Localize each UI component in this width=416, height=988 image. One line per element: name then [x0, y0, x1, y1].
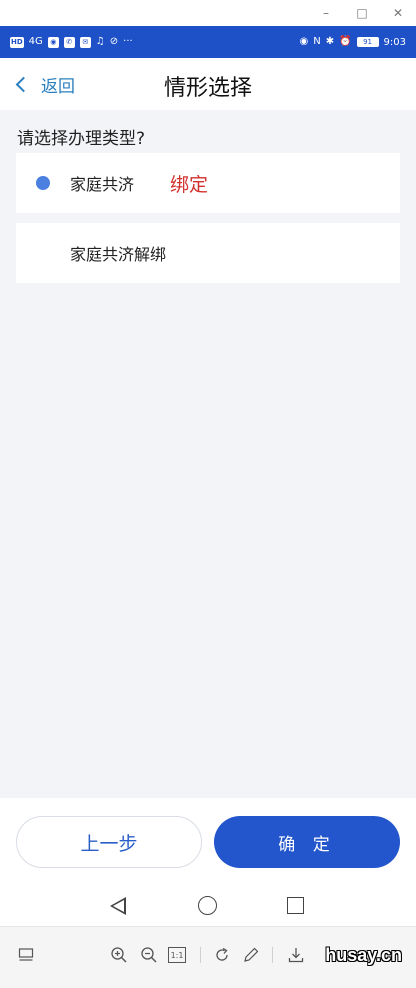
qq-icon: ♫ — [95, 36, 105, 47]
status-bar-right: ◉ N ✱ ⏰ 91 9:03 — [299, 37, 406, 48]
option-label: 家庭共济 — [70, 175, 135, 194]
app-header: 返回 情形选择 — [0, 58, 416, 110]
eye-icon: ◉ — [299, 36, 309, 47]
actual-size-icon[interactable]: 1:1 — [168, 947, 186, 963]
watermark: husay.cn — [325, 945, 402, 965]
toolbar-divider — [200, 947, 201, 963]
close-button[interactable]: ✕ — [380, 0, 416, 26]
status-time: 9:03 — [383, 36, 406, 48]
status-bar-left: HD 4G ◉ ✆ ✉ ♫ ⊘ ··· — [10, 36, 133, 48]
nav-recents-icon[interactable] — [287, 897, 304, 914]
option-family-mutual-aid-unbind[interactable]: 家庭共济解绑 — [16, 223, 400, 283]
toolbar-divider — [272, 947, 273, 963]
more-notifications-icon: ··· — [123, 36, 133, 47]
question-label: 请选择办理类型? — [17, 129, 146, 149]
radio-selected-icon — [36, 176, 50, 190]
option-annotation: 绑定 — [170, 173, 209, 196]
confirm-button[interactable]: 确 定 — [214, 816, 400, 868]
option-family-mutual-aid[interactable]: 家庭共济 绑定 — [16, 153, 400, 213]
zoom-in-icon[interactable] — [110, 946, 128, 964]
option-label: 家庭共济解绑 — [70, 245, 167, 264]
zoom-out-icon[interactable] — [140, 946, 158, 964]
battery-icon: 91 — [356, 37, 379, 47]
previous-step-button[interactable]: 上一步 — [16, 816, 202, 868]
action-bar: 上一步 确 定 — [0, 798, 416, 888]
minimize-icon: – — [323, 6, 329, 20]
edit-icon[interactable] — [242, 946, 260, 964]
alarm-icon: ⏰ — [339, 36, 352, 47]
download-icon[interactable] — [287, 946, 305, 964]
viewer-toolbar: 1:1 husay.cn — [0, 926, 416, 988]
maximize-button[interactable]: □ — [344, 0, 380, 26]
rotate-icon[interactable] — [213, 946, 231, 964]
maximize-icon: □ — [356, 6, 368, 20]
browser-icon: ⊘ — [109, 36, 119, 47]
nav-home-icon[interactable] — [198, 896, 217, 915]
main-content: 请选择办理类型? 家庭共济 绑定 家庭共济解绑 — [0, 110, 416, 798]
nav-back-icon[interactable] — [110, 897, 126, 915]
hd-icon: HD — [10, 36, 24, 48]
signal-icon: 4G — [28, 36, 43, 47]
page-title: 情形选择 — [163, 76, 252, 101]
minimize-button[interactable]: – — [308, 0, 344, 26]
status-bar: HD 4G ◉ ✆ ✉ ♫ ⊘ ··· ◉ N ✱ ⏰ 91 9:03 — [0, 26, 416, 58]
app-icon: ◉ — [47, 36, 59, 48]
close-icon: ✕ — [392, 6, 404, 20]
phone-icon: ✆ — [63, 36, 75, 48]
window-titlebar: – □ ✕ — [0, 0, 416, 26]
nfc-icon: N — [313, 36, 321, 47]
system-nav-bar — [0, 888, 416, 926]
bluetooth-icon: ✱ — [325, 36, 335, 47]
thumbnail-icon[interactable] — [17, 946, 35, 964]
message-icon: ✉ — [79, 36, 91, 48]
